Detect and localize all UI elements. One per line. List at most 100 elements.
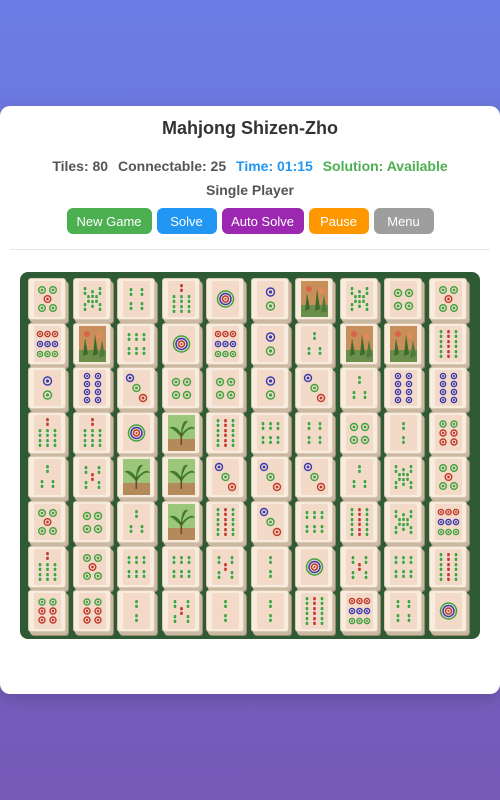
circles-1-icon [216, 290, 235, 308]
bamboo-9-icon [216, 508, 235, 536]
tile-bamboo-scene[interactable] [117, 456, 155, 499]
tile-bamboo-7[interactable] [28, 411, 66, 454]
tile-bamboo-6[interactable] [384, 545, 422, 588]
tile-bamboo-6[interactable] [117, 545, 155, 588]
tile-bamboo-9[interactable] [428, 322, 467, 365]
tile-circles-6[interactable] [72, 590, 111, 633]
tile-circles-1[interactable] [428, 590, 467, 633]
tile-flower[interactable] [339, 322, 378, 365]
tile-bamboo-9[interactable] [428, 545, 467, 588]
bamboo-6-icon [171, 555, 191, 578]
bamboo-8-icon [349, 287, 369, 311]
tile-circles-3[interactable] [117, 367, 155, 410]
tile-circles-9[interactable] [428, 501, 467, 543]
tile-circles-2[interactable] [28, 367, 66, 410]
bamboo-3-icon [40, 465, 55, 489]
tile-bamboo-3[interactable] [339, 367, 378, 410]
tile-bamboo-scene[interactable] [161, 501, 200, 543]
tile-circles-3[interactable] [295, 367, 333, 410]
tile-circles-5[interactable] [72, 545, 111, 588]
tile-circles-1[interactable] [117, 411, 155, 454]
toolbar: New Game Solve Auto Solve Pause Menu [0, 208, 500, 234]
circles-8-icon [83, 372, 101, 404]
tile-bamboo-3[interactable] [28, 456, 66, 499]
tile-bamboo-7[interactable] [161, 278, 200, 320]
tile-circles-8[interactable] [428, 367, 467, 410]
tile-circles-4[interactable] [339, 411, 378, 454]
tile-circles-2[interactable] [250, 367, 289, 410]
tile-bamboo-5[interactable] [72, 456, 111, 499]
bamboo-8-icon [82, 287, 102, 311]
tile-circles-1[interactable] [161, 322, 200, 365]
tile-bamboo-8[interactable] [384, 501, 422, 543]
tile-circles-3[interactable] [250, 501, 289, 543]
tile-circles-8[interactable] [72, 367, 111, 410]
tile-circles-4[interactable] [161, 367, 200, 410]
tile-circles-2[interactable] [250, 322, 289, 365]
tile-circles-8[interactable] [384, 367, 422, 410]
tile-flower[interactable] [295, 278, 333, 320]
tile-bamboo-5[interactable] [161, 590, 200, 633]
tile-circles-5[interactable] [428, 456, 467, 499]
tile-circles-3[interactable] [295, 456, 333, 499]
tile-circles-4[interactable] [72, 501, 111, 543]
tile-bamboo-2[interactable] [117, 590, 155, 633]
tile-bamboo-5[interactable] [339, 545, 378, 588]
auto-solve-button[interactable]: Auto Solve [221, 208, 304, 234]
tile-bamboo-6[interactable] [117, 322, 155, 365]
tile-circles-9[interactable] [206, 322, 244, 365]
circles-4-icon [82, 511, 102, 534]
tile-bamboo-scene[interactable] [161, 411, 200, 454]
tile-flower[interactable] [384, 322, 422, 365]
tile-flower[interactable] [72, 322, 111, 365]
tile-bamboo-6[interactable] [295, 501, 333, 543]
tile-bamboo-7[interactable] [28, 545, 66, 588]
circles-4-icon [393, 288, 414, 311]
tile-bamboo-2[interactable] [250, 590, 289, 633]
tile-circles-3[interactable] [250, 456, 289, 499]
tile-circles-3[interactable] [206, 456, 244, 499]
bamboo-3-icon [351, 376, 367, 400]
solve-button[interactable]: Solve [156, 208, 217, 234]
tile-circles-4[interactable] [384, 278, 422, 320]
tile-bamboo-7[interactable] [72, 411, 111, 454]
tile-bamboo-9[interactable] [206, 411, 244, 454]
tile-circles-9[interactable] [28, 322, 66, 365]
tile-circles-5[interactable] [28, 501, 66, 543]
tile-bamboo-8[interactable] [72, 278, 111, 320]
tile-board [20, 272, 480, 639]
tile-circles-5[interactable] [28, 278, 66, 320]
new-game-button[interactable]: New Game [66, 208, 152, 234]
tile-bamboo-9[interactable] [295, 590, 333, 633]
circles-9-icon [214, 330, 237, 357]
tile-bamboo-5[interactable] [206, 545, 244, 588]
tile-circles-6[interactable] [428, 411, 467, 454]
tile-bamboo-8[interactable] [339, 278, 378, 320]
tile-circles-1[interactable] [206, 278, 244, 320]
tile-circles-5[interactable] [428, 278, 467, 320]
tile-bamboo-4[interactable] [117, 278, 155, 320]
circles-8-icon [439, 372, 457, 404]
tile-bamboo-scene[interactable] [161, 456, 200, 499]
tile-circles-2[interactable] [250, 278, 289, 320]
tile-bamboo-9[interactable] [339, 501, 378, 543]
tile-bamboo-6[interactable] [161, 545, 200, 588]
tile-circles-6[interactable] [28, 590, 66, 633]
tile-bamboo-9[interactable] [206, 501, 244, 543]
pause-button[interactable]: Pause [308, 208, 369, 234]
tile-bamboo-4[interactable] [295, 411, 333, 454]
tile-bamboo-6[interactable] [250, 411, 289, 454]
tile-circles-9[interactable] [339, 590, 378, 633]
tile-bamboo-2[interactable] [384, 411, 422, 454]
tile-circles-1[interactable] [295, 545, 333, 588]
tile-bamboo-3[interactable] [295, 322, 333, 365]
tile-bamboo-3[interactable] [339, 456, 378, 499]
tile-bamboo-2[interactable] [250, 545, 289, 588]
tile-bamboo-8[interactable] [384, 456, 422, 499]
tile-bamboo-3[interactable] [117, 501, 155, 543]
tile-circles-4[interactable] [206, 367, 244, 410]
tile-bamboo-4[interactable] [384, 590, 422, 633]
bamboo-2-icon [268, 555, 272, 578]
tile-bamboo-2[interactable] [206, 590, 244, 633]
menu-button[interactable]: Menu [373, 208, 434, 234]
